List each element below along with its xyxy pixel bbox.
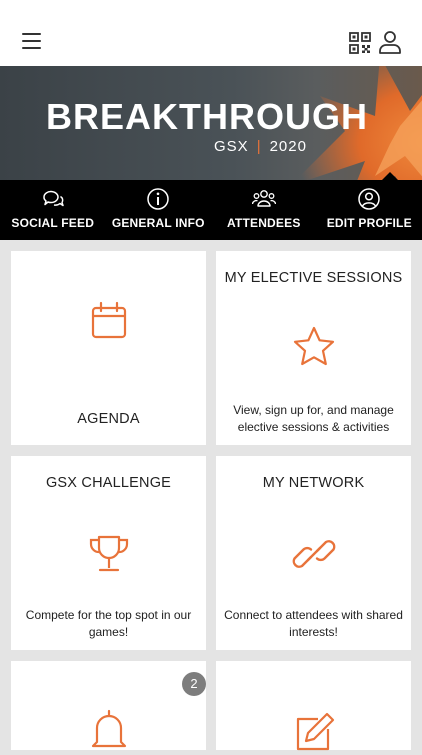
nav-label-general-info: GENERAL INFO [106, 216, 212, 230]
info-circle-icon [146, 187, 170, 211]
agenda-title: AGENDA [11, 411, 206, 427]
gsx-challenge-description: Compete for the top spot in our games! [19, 607, 198, 641]
nav-pointer [382, 172, 398, 180]
banner-subtitle-separator: | [257, 138, 262, 155]
nav-label-edit-profile: EDIT PROFILE [317, 216, 422, 230]
nav-item-attendees[interactable]: ATTENDEES [211, 180, 317, 240]
my-network-title: MY NETWORK [216, 475, 411, 491]
elective-sessions-tile[interactable]: MY ELECTIVE SESSIONS View, sign up for, … [216, 251, 411, 445]
banner-subtitle-left: GSX [214, 138, 249, 155]
qr-code-icon[interactable] [349, 32, 371, 54]
user-profile-icon[interactable] [378, 30, 402, 54]
gsx-challenge-tile[interactable]: GSX CHALLENGE Compete for the top spot i… [11, 456, 206, 650]
nav-item-edit-profile[interactable]: EDIT PROFILE [317, 180, 422, 240]
event-banner: BREAKTHROUGH GSX | 2020 [0, 66, 422, 180]
nav-label-social-feed: SOCIAL FEED [0, 216, 106, 230]
link-icon [292, 532, 336, 576]
chat-bubbles-icon [41, 187, 65, 211]
star-icon [292, 325, 336, 369]
gsx-challenge-title: GSX CHALLENGE [11, 475, 206, 491]
banner-title: BREAKTHROUGH [46, 96, 368, 138]
top-bar [0, 0, 422, 66]
agenda-tile[interactable]: AGENDA [11, 251, 206, 445]
hamburger-menu-icon[interactable] [22, 33, 42, 51]
my-network-tile[interactable]: MY NETWORK Connect to attendees with sha… [216, 456, 411, 650]
my-network-description: Connect to attendees with shared interes… [224, 607, 403, 641]
people-group-icon [252, 187, 276, 211]
notification-count-badge: 2 [182, 672, 206, 696]
trophy-icon [87, 532, 131, 576]
elective-sessions-title: MY ELECTIVE SESSIONS [216, 270, 411, 286]
edit-note-icon [292, 711, 336, 755]
user-circle-icon [357, 187, 381, 211]
nav-item-general-info[interactable]: GENERAL INFO [106, 180, 212, 240]
notes-tile[interactable] [216, 661, 411, 750]
notifications-tile[interactable]: 2 [11, 661, 206, 750]
nav-label-attendees: ATTENDEES [211, 216, 317, 230]
nav-item-social-feed[interactable]: SOCIAL FEED [0, 180, 106, 240]
bell-icon [87, 709, 131, 753]
banner-subtitle: GSX | 2020 [214, 138, 307, 155]
main-nav: SOCIAL FEED GENERAL INFO ATTENDEES EDIT … [0, 180, 422, 240]
calendar-icon [87, 299, 131, 343]
elective-sessions-description: View, sign up for, and manage elective s… [224, 402, 403, 436]
banner-subtitle-right: 2020 [270, 138, 307, 155]
